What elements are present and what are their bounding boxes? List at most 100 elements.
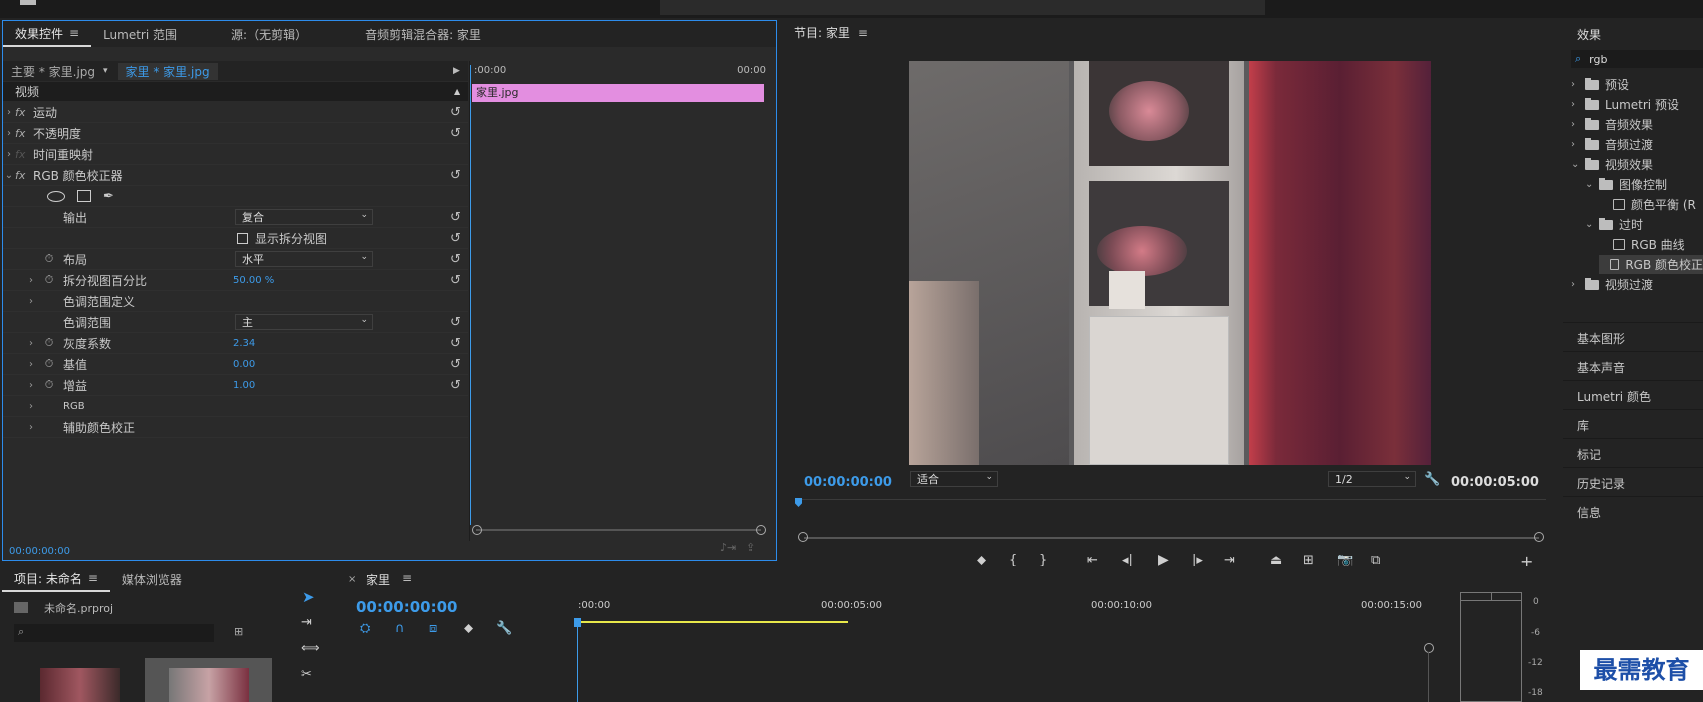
effect-row-motion[interactable]: › fx 运动 ↺ [3, 102, 468, 123]
effects-tree-item[interactable]: › 预设 [1571, 75, 1629, 94]
effects-panel-section[interactable]: Lumetri 颜色 [1577, 388, 1651, 405]
chevron-right-icon[interactable]: › [1571, 99, 1579, 110]
pedestal-value[interactable]: 0.00 [233, 359, 255, 370]
mini-scroll-handle-left[interactable] [472, 525, 482, 535]
chevron-right-icon[interactable]: › [25, 338, 37, 349]
effect-row-rgb-corrector[interactable]: ⌄ fx RGB 颜色校正器 ↺ [3, 165, 468, 186]
panel-menu-icon[interactable]: ≡ [69, 26, 79, 40]
master-clip-label[interactable]: 主要 * 家里.jpg [3, 63, 95, 80]
selection-tool-icon[interactable]: ➤ [302, 588, 315, 606]
reset-icon[interactable]: ↺ [450, 126, 461, 141]
tab-project[interactable]: 项目: 未命名 ≡ [2, 566, 110, 592]
effects-tree-item[interactable]: ⌄ 过时 [1585, 215, 1643, 234]
new-bin-icon[interactable]: ⊞ [234, 625, 243, 638]
timeline-scroll-handle[interactable] [1424, 643, 1434, 653]
sequence-clip-label[interactable]: 家里 * 家里.jpg [117, 62, 218, 80]
effect-row-opacity[interactable]: › fx 不透明度 ↺ [3, 123, 468, 144]
ellipse-mask-icon[interactable] [47, 190, 65, 202]
effects-tree-item[interactable]: › Lumetri 预设 [1571, 95, 1679, 114]
audio-only-icon[interactable]: ♪⇥ [720, 541, 736, 554]
work-area-bar[interactable] [578, 621, 848, 623]
fx-badge-icon[interactable]: fx [15, 127, 33, 140]
program-timecode[interactable]: 00:00:00:00 [804, 475, 892, 490]
pen-mask-icon[interactable]: ✒ [103, 189, 114, 204]
ripple-edit-tool-icon[interactable]: ⟺ [301, 641, 320, 656]
rectangle-mask-icon[interactable] [77, 190, 91, 202]
reset-icon[interactable]: ↺ [450, 231, 461, 246]
effects-panel-section[interactable]: 历史记录 [1577, 475, 1625, 492]
resolution-select[interactable]: 1/2 ⌄ [1328, 471, 1416, 487]
tone-range-select[interactable]: 主 ⌄ [235, 314, 373, 330]
effects-panel-section[interactable]: 基本声音 [1577, 359, 1625, 376]
chevron-right-icon[interactable]: › [1571, 79, 1579, 90]
linked-selection-icon[interactable]: ⧈ [429, 621, 437, 636]
project-thumb-2[interactable] [145, 658, 272, 702]
timeline-timecode[interactable]: 00:00:00:00 [356, 598, 458, 616]
chevron-right-icon[interactable]: › [25, 275, 37, 286]
timeline-ruler[interactable]: :00:00 00:00:05:00 00:00:10:00 00:00:15:… [578, 594, 1438, 624]
mini-scrollbar[interactable] [476, 529, 761, 531]
chevron-down-icon[interactable]: ⌄ [1585, 179, 1593, 190]
tab-media-browser[interactable]: 媒体浏览器 [110, 571, 194, 588]
razor-tool-icon[interactable]: ✂ [301, 667, 312, 682]
chevron-right-icon[interactable]: › [25, 401, 37, 412]
settings-wrench-icon[interactable]: 🔧 [1424, 472, 1440, 487]
gamma-value[interactable]: 2.34 [233, 338, 255, 349]
timeline-playhead[interactable] [577, 624, 578, 702]
chevron-right-icon[interactable]: › [25, 359, 37, 370]
nest-icon[interactable]: ⛭ [360, 621, 370, 636]
project-thumb-1[interactable] [40, 668, 120, 702]
mini-playhead[interactable] [470, 65, 471, 525]
effects-tree-item[interactable]: RGB 曲线 [1599, 235, 1685, 254]
effects-tree-item[interactable]: ⌄ 视频效果 [1571, 155, 1653, 174]
project-search-input[interactable]: ⌕ [14, 624, 214, 642]
chevron-right-icon[interactable]: › [3, 107, 15, 118]
stopwatch-icon[interactable]: ⏱ [41, 357, 57, 371]
stopwatch-icon[interactable]: ⏱ [41, 336, 57, 350]
add-marker-icon[interactable]: ⬥ [464, 621, 473, 636]
mini-scroll-handle-right[interactable] [756, 525, 766, 535]
search-input[interactable]: rgb [1581, 53, 1607, 66]
reset-icon[interactable]: ↺ [450, 336, 461, 351]
export-icon[interactable]: ⇪ [746, 541, 755, 554]
close-icon[interactable]: × [348, 574, 356, 585]
chevron-right-icon[interactable]: › [25, 380, 37, 391]
effects-tree-item[interactable]: 颜色平衡 (R [1599, 195, 1696, 214]
fx-badge-icon[interactable]: fx [15, 106, 33, 119]
tab-effect-controls[interactable]: 效果控件 ≡ [3, 21, 92, 47]
track-select-tool-icon[interactable]: ⇥ [301, 615, 312, 630]
effects-tree-item[interactable]: › 音频过渡 [1571, 135, 1653, 154]
play-only-arrow-icon[interactable]: ▶ [453, 66, 460, 76]
stopwatch-icon[interactable]: ⏱ [41, 252, 57, 266]
chevron-down-icon[interactable]: ⌄ [1585, 219, 1593, 230]
stopwatch-icon[interactable]: ⏱ [41, 378, 57, 392]
effects-panel-section[interactable]: 信息 [1577, 504, 1601, 521]
monitor-scroll-left[interactable] [798, 532, 808, 542]
fx-badge-icon[interactable]: fx [15, 169, 33, 182]
output-select[interactable]: 复合 ⌄ [235, 209, 373, 225]
show-split-view-checkbox[interactable] [237, 232, 248, 244]
layout-select[interactable]: 水平 ⌄ [235, 251, 373, 267]
split-percent-value[interactable]: 50.00 % [233, 275, 274, 286]
chevron-right-icon[interactable]: › [1571, 279, 1579, 290]
tab-audio-clip-mixer[interactable]: 音频剪辑混合器: 家里 [353, 26, 493, 43]
effects-title[interactable]: 效果 [1577, 26, 1601, 43]
effects-panel-section[interactable]: 基本图形 [1577, 330, 1625, 347]
effects-search[interactable]: ⌕ rgb [1571, 50, 1703, 68]
reset-icon[interactable]: ↺ [450, 210, 461, 225]
reset-icon[interactable]: ↺ [450, 105, 461, 120]
monitor-scroll-right[interactable] [1534, 532, 1544, 542]
timeline-playhead-head[interactable] [574, 618, 581, 627]
snap-icon[interactable]: ∩ [395, 621, 405, 636]
effects-panel-section[interactable]: 标记 [1577, 446, 1601, 463]
chevron-right-icon[interactable]: › [3, 149, 15, 160]
current-time[interactable]: 00:00:00:00 [3, 546, 70, 557]
clip-bar[interactable]: 家里.jpg [472, 84, 764, 102]
chevron-right-icon[interactable]: › [25, 296, 37, 307]
reset-icon[interactable]: ↺ [450, 378, 461, 393]
timeline-settings-wrench-icon[interactable]: 🔧 [496, 621, 512, 636]
reset-icon[interactable]: ↺ [450, 252, 461, 267]
timeline-scrollbar[interactable] [1428, 652, 1429, 702]
effects-tree-item[interactable]: RGB 颜色校正 [1599, 255, 1703, 274]
fit-select[interactable]: 适合 ⌄ [910, 471, 998, 487]
